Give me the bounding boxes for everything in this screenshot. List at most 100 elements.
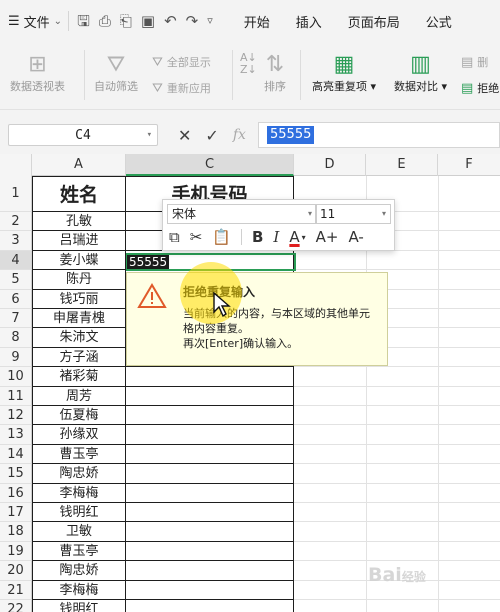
name-cell[interactable]: 姜小蝶 (32, 250, 126, 271)
tab-insert[interactable]: 插入 (283, 12, 335, 31)
name-cell[interactable]: 钱巧丽 (32, 289, 126, 309)
increase-font-button[interactable]: A+ (316, 228, 339, 246)
name-cell[interactable]: 卫敏 (32, 522, 126, 542)
row-header[interactable]: 13 (0, 425, 32, 445)
row-header[interactable]: 8 (0, 328, 32, 348)
name-cell[interactable]: 李梅梅 (32, 483, 126, 503)
row-header[interactable]: 9 (0, 347, 32, 368)
print-preview-icon[interactable]: ⎙ (99, 11, 111, 31)
phone-cell[interactable] (126, 386, 294, 406)
row-header[interactable]: 11 (0, 386, 32, 406)
row-header[interactable]: 20 (0, 561, 32, 581)
phone-cell[interactable] (126, 425, 294, 445)
phone-cell[interactable] (126, 406, 294, 426)
column-header-d[interactable]: D (294, 154, 366, 176)
column-header-f[interactable]: F (438, 154, 500, 176)
name-cell[interactable]: 陶忠娇 (32, 464, 126, 484)
confirm-icon[interactable]: ✓ (205, 126, 218, 145)
sort-az-button[interactable]: A↓ Z↓ (240, 52, 257, 76)
autofilter-button[interactable]: ⛛ 自动筛选 (94, 52, 138, 94)
decrease-font-button[interactable]: A- (348, 228, 363, 246)
row-header[interactable]: 3 (0, 231, 32, 251)
name-cell[interactable]: 伍夏梅 (32, 406, 126, 426)
row-header[interactable]: 15 (0, 464, 32, 484)
column-header-e[interactable]: E (366, 154, 438, 176)
phone-cell[interactable] (126, 580, 294, 600)
reject-duplicates-button[interactable]: ▤ 拒绝 (461, 80, 499, 96)
chevron-down-icon[interactable]: ▾ (147, 130, 152, 140)
row-header[interactable]: 1 (0, 176, 32, 212)
phone-cell[interactable] (126, 483, 294, 503)
name-cell[interactable]: 周芳 (32, 386, 126, 406)
name-cell[interactable]: 曹玉亭 (32, 541, 126, 562)
name-cell[interactable]: 曹玉亭 (32, 444, 126, 465)
row-header[interactable]: 17 (0, 503, 32, 523)
name-cell[interactable]: 褚彩菊 (32, 367, 126, 387)
font-name-select[interactable]: 宋体 ▾ (167, 204, 317, 224)
phone-cell[interactable] (126, 367, 294, 387)
name-cell[interactable]: 朱沛文 (32, 328, 126, 348)
cut-icon[interactable]: ✂ (190, 228, 203, 246)
row-header[interactable]: 19 (0, 541, 32, 562)
row-header[interactable]: 12 (0, 406, 32, 426)
font-color-button[interactable]: A ▾ (289, 228, 305, 246)
font-size-select[interactable]: 11 ▾ (315, 204, 391, 224)
name-cell[interactable]: 申屠青槐 (32, 309, 126, 329)
row-header[interactable]: 14 (0, 444, 32, 465)
delete-duplicates-button[interactable]: ▤ 删 (461, 54, 488, 70)
tab-page-layout[interactable]: 页面布局 (335, 12, 413, 31)
data-compare-button[interactable]: ▥ 数据对比 ▾ (394, 52, 447, 94)
row-header[interactable]: 21 (0, 580, 32, 600)
sort-button[interactable]: ⇅ 排序 (264, 52, 286, 94)
row-header[interactable]: 5 (0, 270, 32, 290)
phone-cell[interactable] (126, 541, 294, 562)
name-cell[interactable]: 陶忠娇 (32, 561, 126, 581)
show-all-button[interactable]: ⛛ 全部显示 (152, 54, 211, 70)
phone-cell[interactable] (126, 503, 294, 523)
row-header[interactable]: 4 (0, 250, 32, 271)
paste-icon[interactable]: 📋 (212, 228, 231, 246)
name-cell[interactable]: 孙缘双 (32, 425, 126, 445)
phone-cell[interactable] (126, 464, 294, 484)
file-menu[interactable]: ☰ 文件 ⌄ (0, 7, 68, 35)
select-all-corner[interactable] (0, 154, 32, 176)
phone-cell[interactable] (126, 561, 294, 581)
row-header[interactable]: 10 (0, 367, 32, 387)
row-header[interactable]: 7 (0, 309, 32, 329)
row-header[interactable]: 16 (0, 483, 32, 503)
redo-icon[interactable]: ↷ (186, 11, 199, 31)
reapply-button[interactable]: ⛛ 重新应用 (152, 80, 211, 96)
column-header-c[interactable]: C (126, 154, 294, 176)
name-box[interactable]: C4 ▾ (8, 124, 158, 146)
name-cell[interactable]: 李梅梅 (32, 580, 126, 600)
row-header[interactable]: 2 (0, 212, 32, 232)
pivot-table-button[interactable]: ⊞ 数据透视表 (10, 52, 65, 94)
column-header-a[interactable]: A (32, 154, 126, 176)
phone-cell[interactable] (126, 600, 294, 612)
tab-home[interactable]: 开始 (231, 12, 283, 31)
print-icon[interactable]: ⎗ (120, 11, 132, 31)
undo-icon[interactable]: ↶ (164, 11, 177, 31)
name-cell[interactable]: 孔敏 (32, 212, 126, 232)
export-pdf-icon[interactable]: ▣ (141, 11, 155, 31)
highlight-duplicates-button[interactable]: ▦ 高亮重复项 ▾ (312, 52, 376, 94)
save-icon[interactable]: 🖫 (77, 11, 90, 31)
bold-button[interactable]: B (252, 228, 263, 246)
name-cell[interactable]: 吕瑞进 (32, 231, 126, 251)
row-header[interactable]: 6 (0, 289, 32, 309)
header-cell-name[interactable]: 姓名 (32, 176, 126, 212)
formula-input[interactable]: 55555 (258, 122, 500, 148)
cancel-icon[interactable]: ✕ (178, 126, 191, 145)
phone-cell[interactable] (126, 522, 294, 542)
row-header[interactable]: 18 (0, 522, 32, 542)
copy-icon[interactable]: ⧉ (169, 228, 180, 246)
insert-function-icon[interactable]: fx (233, 127, 246, 143)
name-cell[interactable]: 陈丹 (32, 270, 126, 290)
phone-cell[interactable] (126, 444, 294, 465)
row-header[interactable]: 22 (0, 600, 32, 612)
tab-formulas[interactable]: 公式 (413, 12, 465, 31)
name-cell[interactable]: 钱明红 (32, 600, 126, 612)
italic-button[interactable]: I (273, 228, 279, 246)
name-cell[interactable]: 钱明红 (32, 503, 126, 523)
name-cell[interactable]: 方子涵 (32, 347, 126, 368)
